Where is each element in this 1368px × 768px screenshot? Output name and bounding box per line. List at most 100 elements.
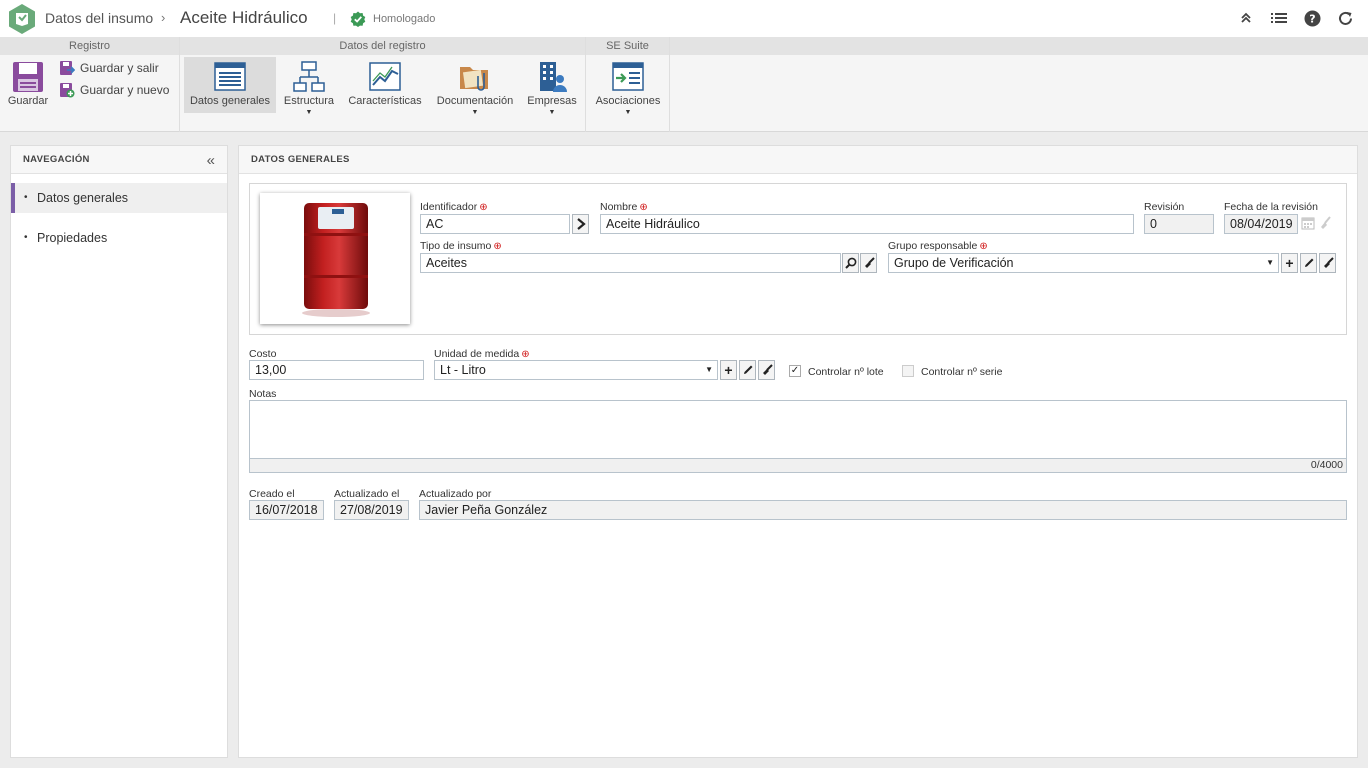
clear-brush-icon	[1318, 216, 1332, 235]
identificador-label: Identificador ⊕	[420, 201, 488, 213]
save-and-exit-label: Guardar y salir	[80, 61, 159, 75]
caracteristicas-button[interactable]: Características	[345, 57, 425, 113]
required-icon: ⊕	[979, 241, 988, 252]
controlar-serie-label: Controlar nº serie	[921, 366, 1003, 378]
dropdown-caret-icon: ▼	[305, 109, 313, 116]
breadcrumb[interactable]: Datos del insumo	[45, 10, 153, 26]
save-button[interactable]: Guardar	[4, 57, 52, 113]
fecha-revision-field: 08/04/2019	[1224, 214, 1298, 234]
controlar-serie-checkbox[interactable]	[902, 365, 914, 377]
clear-tipo-button[interactable]	[860, 253, 877, 273]
plus-icon: +	[724, 362, 733, 378]
datos-generales-button[interactable]: Datos generales	[184, 57, 276, 113]
empresas-button[interactable]: Empresas ▼	[524, 57, 580, 116]
actualizado-el-label: Actualizado el	[334, 488, 400, 500]
costo-field[interactable]: 13,00	[249, 360, 424, 380]
page-title: Aceite Hidráulico	[180, 8, 308, 27]
notas-textarea[interactable]: 0/4000	[249, 400, 1347, 473]
plus-icon: +	[1285, 255, 1294, 271]
nombre-label: Nombre ⊕	[600, 201, 648, 213]
ribbon-filler	[670, 37, 1368, 55]
documentacion-label: Documentación	[436, 95, 514, 107]
unidad-medida-label: Unidad de medida ⊕	[434, 348, 530, 360]
clear-unidad-button[interactable]	[758, 360, 775, 380]
help-icon[interactable]: ?	[1303, 9, 1321, 27]
form-window-icon	[213, 61, 247, 93]
status-check-icon	[350, 11, 366, 27]
search-tipo-button[interactable]	[842, 253, 859, 273]
folder-clip-icon	[458, 61, 492, 93]
grupo-responsable-select[interactable]: Grupo de Verificación ▼	[888, 253, 1279, 273]
add-grupo-button[interactable]: +	[1281, 253, 1298, 273]
product-photo[interactable]	[260, 193, 410, 324]
collapse-up-icon[interactable]	[1237, 9, 1255, 27]
notas-label: Notas	[249, 388, 277, 400]
dropdown-arrow-icon: ▼	[1266, 258, 1274, 267]
hierarchy-icon	[292, 61, 326, 93]
controlar-lote-label: Controlar nº lote	[808, 366, 884, 378]
tipo-insumo-field[interactable]: Aceites	[420, 253, 841, 273]
datos-generales-label: Datos generales	[189, 95, 271, 107]
save-and-new-button[interactable]: Guardar y nuevo	[59, 82, 169, 98]
association-icon	[611, 61, 645, 93]
revision-field: 0	[1144, 214, 1214, 234]
nav-item-propiedades[interactable]: Propiedades	[11, 223, 227, 253]
grupo-responsable-value: Grupo de Verificación	[894, 256, 1014, 270]
grupo-responsable-label: Grupo responsable ⊕	[888, 240, 988, 252]
navigation-panel: NAVEGACIÓN « Datos generales Propiedades	[10, 145, 228, 758]
dropdown-caret-icon: ▼	[471, 109, 479, 116]
unidad-medida-value: Lt - Litro	[440, 363, 486, 377]
controlar-lote-checkbox[interactable]: ✓	[789, 365, 801, 377]
actualizado-el-field: 27/08/2019	[334, 500, 409, 520]
save-exit-icon	[60, 61, 75, 75]
section-title: DATOS GENERALES	[239, 146, 1357, 174]
top-actions: ?	[1237, 9, 1354, 27]
dropdown-arrow-icon: ▼	[705, 365, 713, 374]
line-chart-icon	[368, 61, 402, 93]
tipo-insumo-label: Tipo de insumo ⊕	[420, 240, 502, 252]
notas-counter: 0/4000	[250, 458, 1346, 472]
chevron-right-icon	[576, 218, 586, 230]
status-badge: Homologado	[373, 13, 436, 25]
dropdown-caret-icon: ▼	[548, 109, 556, 116]
add-unidad-button[interactable]: +	[720, 360, 737, 380]
required-icon: ⊕	[479, 202, 488, 213]
estructura-button[interactable]: Estructura ▼	[280, 57, 338, 116]
clear-brush-icon	[762, 364, 773, 375]
refresh-icon[interactable]	[1336, 9, 1354, 27]
building-person-icon	[535, 61, 569, 93]
documentacion-button[interactable]: Documentación ▼	[434, 57, 516, 116]
app-logo-icon	[6, 3, 38, 35]
nav-item-datos-generales[interactable]: Datos generales	[11, 183, 227, 213]
save-and-exit-button[interactable]: Guardar y salir	[59, 60, 159, 76]
floppy-disk-icon	[11, 61, 45, 93]
list-icon[interactable]	[1270, 9, 1288, 27]
ribbon-group-title: Datos del registro	[180, 37, 585, 55]
collapse-panel-icon[interactable]: «	[207, 152, 215, 169]
actualizado-por-field: Javier Peña González	[419, 500, 1347, 520]
edit-unidad-button[interactable]	[739, 360, 756, 380]
asociaciones-button[interactable]: Asociaciones ▼	[592, 57, 664, 116]
clear-brush-icon	[864, 257, 875, 268]
asociaciones-label: Asociaciones	[595, 95, 661, 107]
identificador-field[interactable]: AC	[420, 214, 570, 234]
caracteristicas-label: Características	[348, 95, 422, 107]
unidad-medida-select[interactable]: Lt - Litro ▼	[434, 360, 718, 380]
pencil-icon	[1304, 258, 1313, 267]
creado-el-label: Creado el	[249, 488, 295, 500]
required-icon: ⊕	[521, 349, 530, 360]
clear-grupo-button[interactable]	[1319, 253, 1336, 273]
svg-text:?: ?	[1309, 12, 1315, 25]
required-icon: ⊕	[493, 241, 502, 252]
title-divider: |	[333, 11, 337, 25]
creado-el-field: 16/07/2018	[249, 500, 324, 520]
breadcrumb-separator: ›	[161, 10, 166, 25]
edit-grupo-button[interactable]	[1300, 253, 1317, 273]
fecha-revision-label: Fecha de la revisión	[1224, 201, 1318, 213]
save-and-new-label: Guardar y nuevo	[80, 83, 170, 97]
next-identifier-button[interactable]	[572, 214, 589, 234]
nombre-field[interactable]: Aceite Hidráulico	[600, 214, 1134, 234]
estructura-label: Estructura	[283, 95, 335, 107]
empresas-label: Empresas	[527, 95, 577, 107]
ribbon-group-title: SE Suite	[586, 37, 669, 55]
